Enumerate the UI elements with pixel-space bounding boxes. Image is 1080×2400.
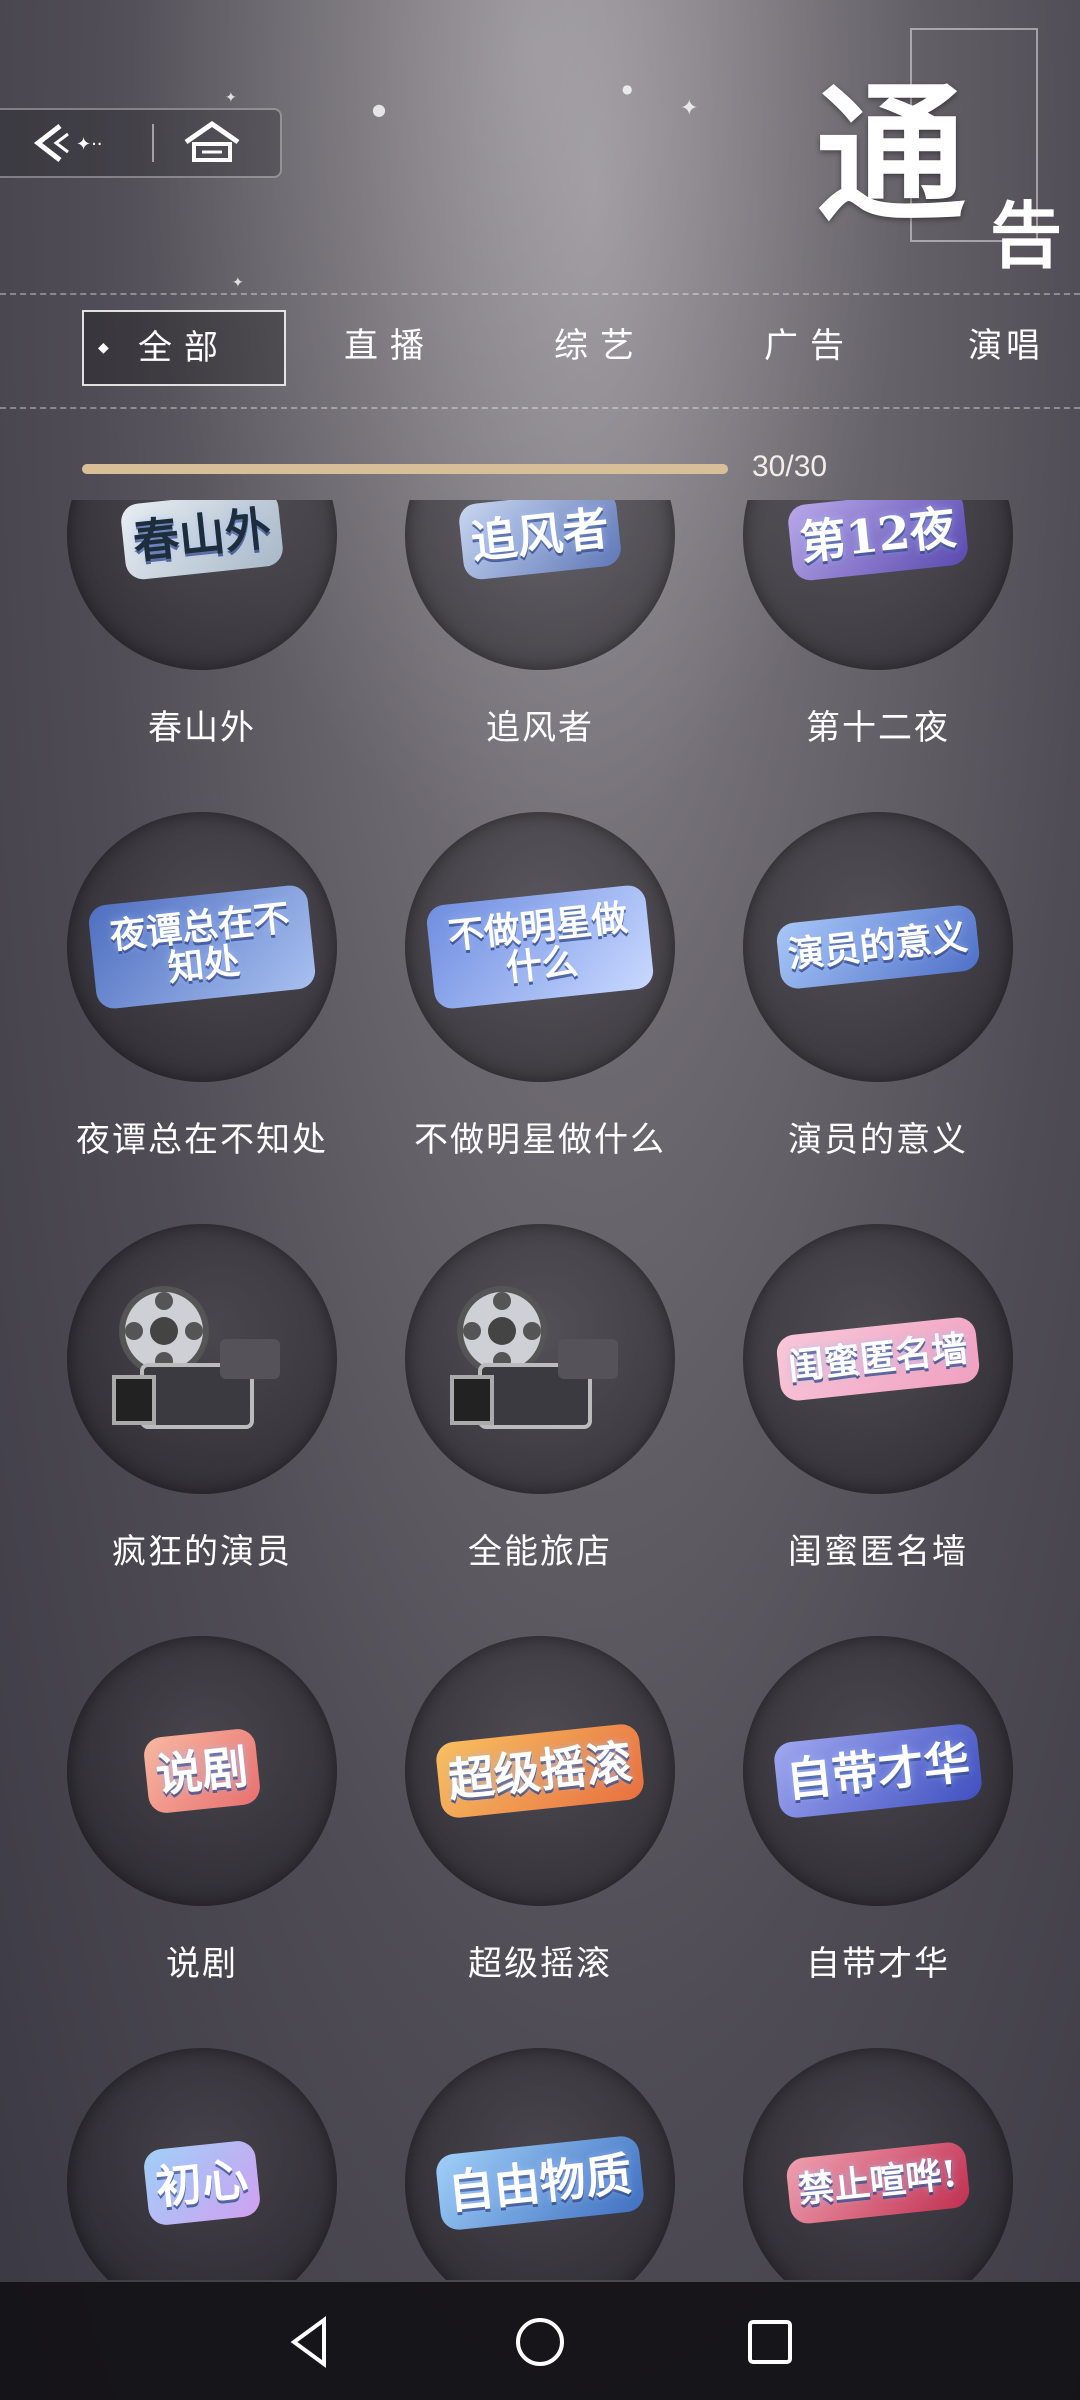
nav-back-button[interactable] <box>280 2312 340 2372</box>
announcement-card[interactable]: 自由物质自由物质 <box>390 2048 690 2280</box>
announcement-card[interactable]: 闺蜜匿名墙 闺蜜匿名墙 <box>728 1224 1028 1572</box>
card-title: 超级摇滚 <box>468 1944 612 1984</box>
triangle-back-icon <box>290 2316 326 2368</box>
card-logo: 不做明星做什么 <box>425 842 655 1052</box>
card-logo-text: 不做明星做什么 <box>425 883 655 1011</box>
card-logo: 说剧 <box>92 1666 312 1876</box>
card-title: 演员的意义 <box>788 1120 968 1160</box>
announcement-card[interactable]: 自带才华 自带才华 <box>728 1636 1028 1984</box>
card-logo-text: 禁止喧哗! <box>785 2140 971 2226</box>
sparkle-icon: ✦ <box>232 275 244 291</box>
sparkle-icon: ● <box>372 100 386 119</box>
card-logo: 追风者 <box>430 500 650 640</box>
top-navigation-bar: ✦·· <box>0 108 282 178</box>
svg-text:✦··: ✦·· <box>76 134 103 155</box>
tab-ads[interactable]: 广告 <box>710 310 910 382</box>
announcement-card[interactable]: 全能旅店 <box>390 1224 690 1572</box>
film-camera-icon <box>450 1286 618 1429</box>
card-logo <box>92 1254 312 1464</box>
card-title: 说剧 <box>166 1944 238 1984</box>
sparkle-icon: ✦ <box>225 90 237 106</box>
card-title: 全能旅店 <box>468 1532 612 1572</box>
tab-concert[interactable]: 演唱 <box>940 310 1080 382</box>
card-title: 春山外 <box>148 708 256 748</box>
square-recents-icon <box>748 2320 792 2364</box>
announcement-card[interactable]: 禁止喧哗!禁止喧哗 <box>728 2048 1028 2280</box>
card-logo-text: 闺蜜匿名墙 <box>775 1315 981 1403</box>
card-logo: 自由物质 <box>430 2078 650 2280</box>
sparkle-icon: ✦ <box>680 96 699 121</box>
announcement-card[interactable]: 夜谭总在不知处 夜谭总在不知处 <box>52 812 352 1160</box>
card-logo-text: 夜谭总在不知处 <box>87 883 317 1011</box>
card-title: 闺蜜匿名墙 <box>788 1532 968 1572</box>
card-logo-text: 初心 <box>142 2139 262 2227</box>
nav-home-button[interactable] <box>510 2312 570 2372</box>
card-logo: 闺蜜匿名墙 <box>768 1254 988 1464</box>
announcement-card[interactable]: 说剧 说剧 <box>52 1636 352 1984</box>
nav-recents-button[interactable] <box>740 2312 800 2372</box>
card-logo-text: 追风者 <box>457 500 623 582</box>
page-title-suffix: 告 <box>989 193 1062 278</box>
card-logo-text: 演员的意义 <box>775 903 981 991</box>
card-logo: 初心 <box>92 2078 312 2280</box>
tab-live[interactable]: 直播 <box>290 310 490 382</box>
progress-count: 30/30 <box>752 450 828 483</box>
announcement-card[interactable]: 追风者 追风者 <box>390 500 690 748</box>
card-title: 自带才华 <box>806 1944 950 1984</box>
home-button[interactable] <box>182 120 242 166</box>
announcement-card[interactable]: 不做明星做什么 不做明星做什么 <box>390 812 690 1160</box>
card-logo: 春山外 <box>92 500 312 640</box>
back-arrow-icon: ✦·· <box>33 124 103 162</box>
announcement-card[interactable]: 疯狂的演员 <box>52 1224 352 1572</box>
card-logo-text: 超级摇滚 <box>434 1722 646 1820</box>
film-camera-icon <box>112 1286 280 1429</box>
card-logo-text: 春山外 <box>119 500 285 582</box>
page-title: 通 <box>815 67 966 243</box>
system-navigation-bar <box>0 2282 1080 2400</box>
tab-variety[interactable]: 综艺 <box>500 310 700 382</box>
card-title: 第十二夜 <box>806 708 950 748</box>
announcement-card[interactable]: 春山外 春山外 <box>52 500 352 748</box>
divider <box>0 293 1080 295</box>
card-title: 夜谭总在不知处 <box>76 1120 328 1160</box>
card-logo: 超级摇滚 <box>430 1666 650 1876</box>
announcement-card[interactable]: 演员的意义 演员的意义 <box>728 812 1028 1160</box>
sparkle-icon: ● <box>622 82 633 96</box>
announcement-grid: 春山外 春山外 追风者 追风者 第12夜 第十二夜 夜谭总在不知处 夜谭总在不知处 不做明星做什… <box>0 500 1080 2280</box>
card-logo-text: 说剧 <box>142 1727 262 1815</box>
announcement-card[interactable]: 初心初心 <box>52 2048 352 2280</box>
card-title: 疯狂的演员 <box>112 1532 292 1572</box>
tab-all[interactable]: 全部 <box>82 310 286 386</box>
toolbar-divider <box>152 124 154 162</box>
card-logo-text: 自带才华 <box>772 1722 984 1820</box>
divider <box>0 407 1080 409</box>
progress-fill <box>82 464 728 474</box>
progress-bar <box>82 464 728 474</box>
card-logo: 禁止喧哗! <box>768 2078 988 2280</box>
card-logo: 演员的意义 <box>768 842 988 1052</box>
card-logo-text: 第12夜 <box>786 500 970 583</box>
card-logo <box>430 1254 650 1464</box>
circle-home-icon <box>516 2318 564 2366</box>
card-logo: 自带才华 <box>768 1666 988 1876</box>
announcement-card[interactable]: 超级摇滚 超级摇滚 <box>390 1636 690 1984</box>
announcement-card[interactable]: 第12夜第十二夜 <box>728 500 1028 748</box>
card-logo: 第12夜 <box>768 500 988 640</box>
card-logo: 夜谭总在不知处 <box>87 842 317 1052</box>
category-tabs: 全部 直播 综艺 广告 演唱 <box>0 310 1080 386</box>
home-icon <box>184 120 240 162</box>
card-logo-text: 自由物质 <box>434 2134 646 2232</box>
card-title: 不做明星做什么 <box>414 1120 666 1160</box>
card-title: 追风者 <box>486 708 594 748</box>
back-button[interactable]: ✦·· <box>30 120 120 166</box>
